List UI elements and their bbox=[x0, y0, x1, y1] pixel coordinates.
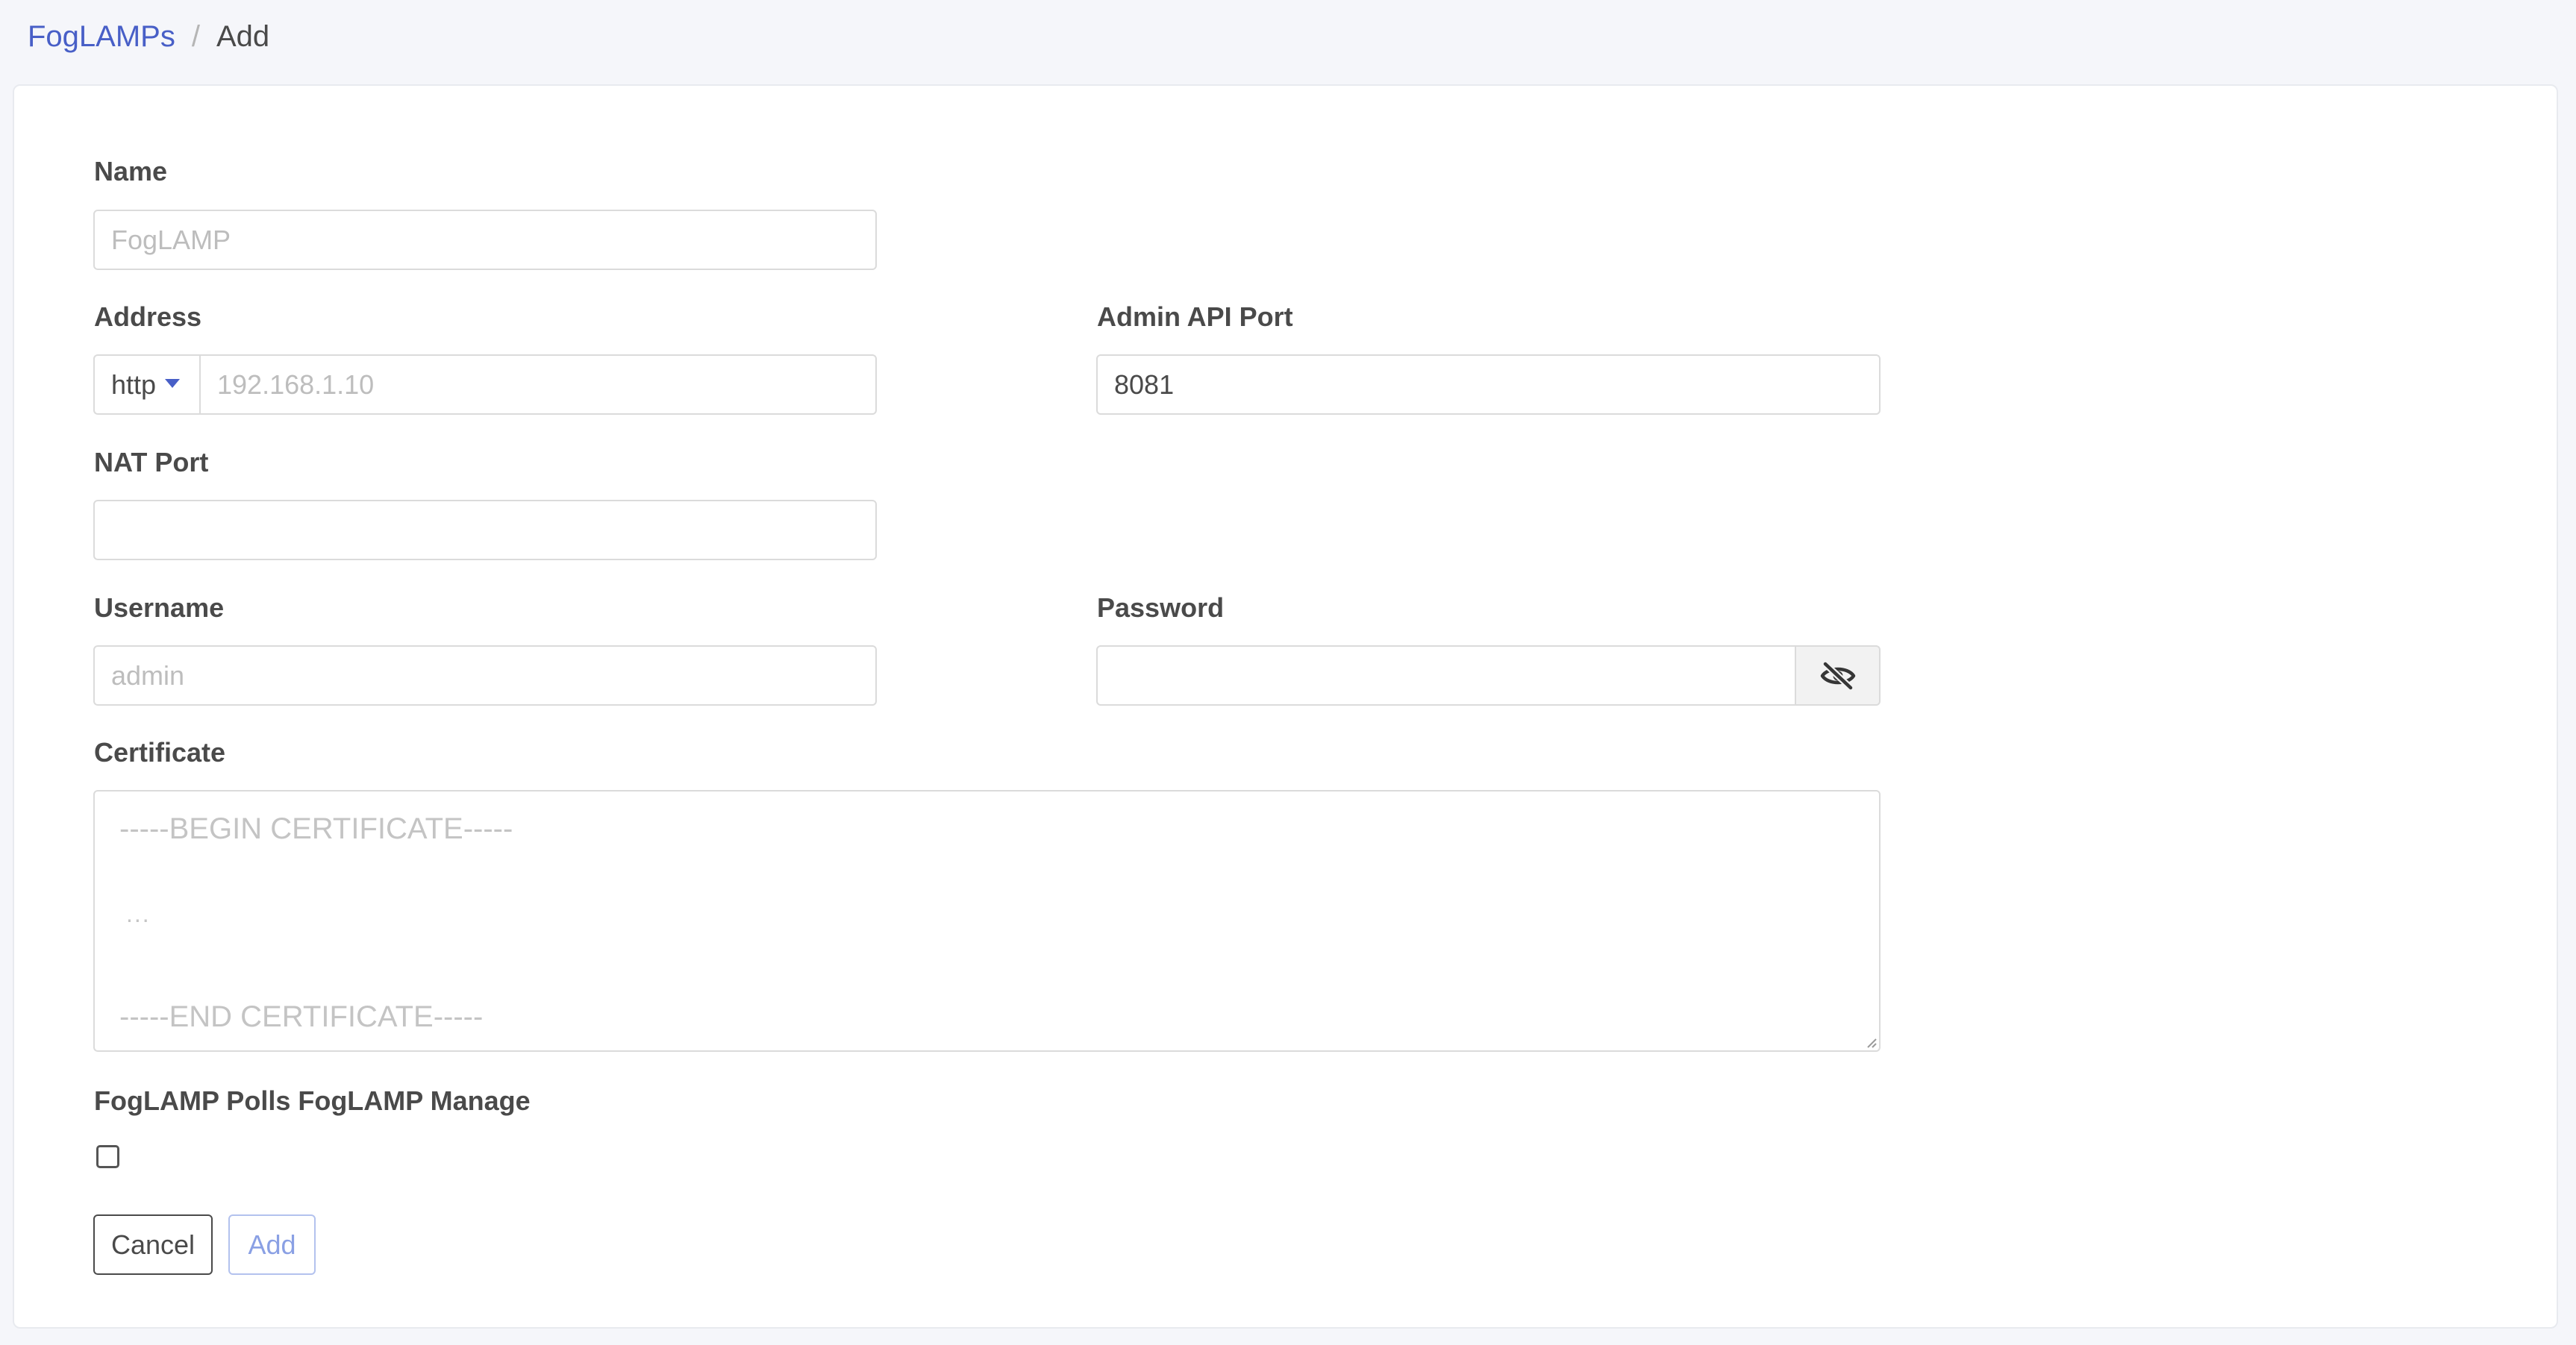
password-label: Password bbox=[1097, 592, 1225, 623]
password-input[interactable] bbox=[1096, 645, 1796, 706]
breadcrumb-current: Add bbox=[216, 19, 270, 53]
nat-port-label: NAT Port bbox=[94, 447, 209, 477]
eye-slash-icon bbox=[1820, 661, 1855, 690]
certificate-textarea[interactable]: -----BEGIN CERTIFICATE----- ... -----END… bbox=[93, 790, 1881, 1052]
certificate-placeholder-end: -----END CERTIFICATE----- bbox=[119, 1000, 484, 1033]
breadcrumb: FogLAMPs / Add bbox=[28, 13, 269, 60]
nat-port-input[interactable] bbox=[93, 500, 877, 560]
chevron-down-icon bbox=[165, 378, 181, 388]
name-label: Name bbox=[94, 156, 168, 186]
certificate-placeholder-begin: -----BEGIN CERTIFICATE----- bbox=[119, 812, 513, 845]
breadcrumb-separator: / bbox=[191, 19, 200, 53]
name-input[interactable] bbox=[93, 210, 877, 270]
cancel-button[interactable]: Cancel bbox=[93, 1214, 213, 1275]
address-label: Address bbox=[94, 301, 202, 332]
certificate-label: Certificate bbox=[94, 737, 226, 768]
add-foglamp-form-card: Name Address http Admin API Port NAT Por… bbox=[13, 84, 2558, 1329]
username-label: Username bbox=[94, 592, 225, 623]
username-input[interactable] bbox=[93, 645, 877, 706]
address-input[interactable] bbox=[199, 354, 877, 415]
polls-manage-label: FogLAMP Polls FogLAMP Manage bbox=[94, 1085, 531, 1116]
admin-api-port-label: Admin API Port bbox=[1097, 301, 1293, 332]
protocol-select[interactable]: http bbox=[93, 354, 201, 415]
polls-manage-checkbox[interactable] bbox=[96, 1145, 119, 1168]
certificate-placeholder-ellipsis: ... bbox=[126, 900, 151, 927]
protocol-select-value: http bbox=[111, 369, 157, 400]
toggle-password-visibility-button[interactable] bbox=[1795, 645, 1881, 706]
breadcrumb-foglamps-link[interactable]: FogLAMPs bbox=[28, 20, 175, 54]
admin-api-port-input[interactable] bbox=[1096, 354, 1881, 415]
resize-handle-icon[interactable] bbox=[1866, 1037, 1878, 1049]
add-button[interactable]: Add bbox=[228, 1214, 316, 1275]
